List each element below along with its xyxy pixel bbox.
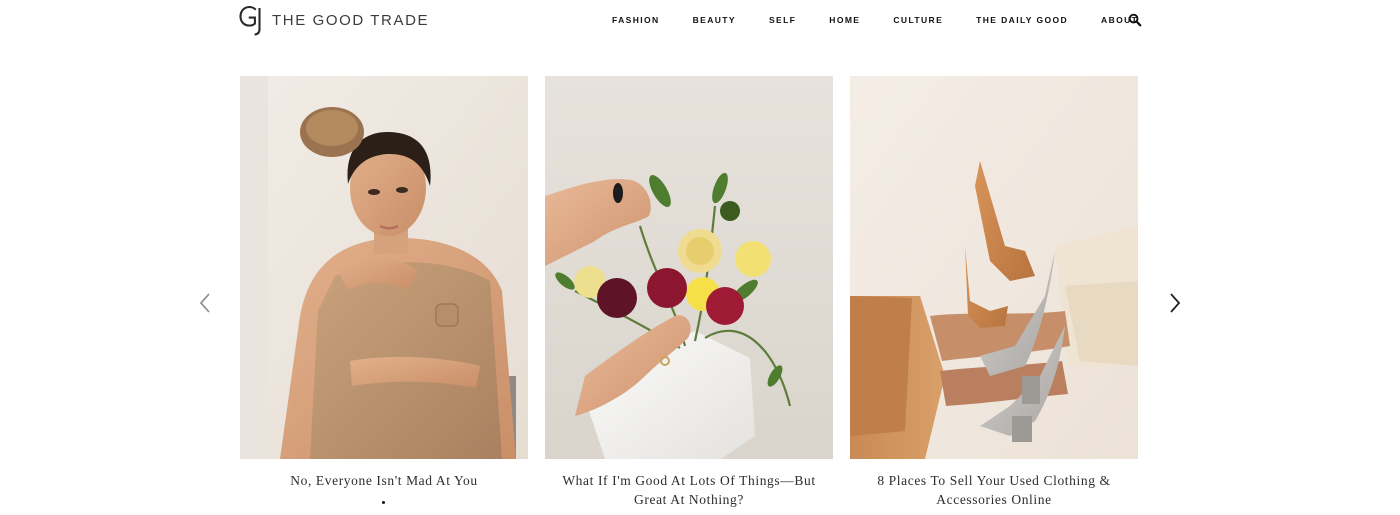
card-title[interactable]: No, Everyone Isn't Mad At You — [240, 471, 528, 490]
nav-item-beauty[interactable]: BEAUTY — [693, 15, 736, 25]
chevron-left-icon[interactable] — [196, 290, 216, 316]
site-header: THE GOOD TRADE FASHION BEAUTY SELF HOME … — [0, 0, 1400, 40]
search-icon[interactable] — [1128, 13, 1142, 27]
nav-item-self[interactable]: SELF — [769, 15, 796, 25]
chevron-right-icon[interactable] — [1165, 290, 1185, 316]
flower-arrangement-photo[interactable] — [545, 76, 833, 459]
featured-carousel: No, Everyone Isn't Mad At You What If I'… — [0, 76, 1400, 515]
nav-item-fashion[interactable]: FASHION — [612, 15, 660, 25]
nav-item-the-daily-good[interactable]: THE DAILY GOOD — [976, 15, 1068, 25]
carousel-card: 8 Places To Sell Your Used Clothing & Ac… — [850, 76, 1138, 509]
logo-wordmark: THE GOOD TRADE — [272, 11, 430, 29]
logo-monogram-icon — [238, 4, 264, 36]
woman-hugging-bag-photo[interactable] — [240, 76, 528, 459]
site-logo[interactable]: THE GOOD TRADE — [238, 4, 429, 36]
mouse-cursor-dot — [382, 501, 385, 504]
card-title[interactable]: What If I'm Good At Lots Of Things—But G… — [545, 471, 833, 509]
nav-item-home[interactable]: HOME — [829, 15, 860, 25]
nav-item-culture[interactable]: CULTURE — [893, 15, 943, 25]
carousel-card: No, Everyone Isn't Mad At You — [240, 76, 528, 490]
card-title[interactable]: 8 Places To Sell Your Used Clothing & Ac… — [850, 471, 1138, 509]
carousel-card: What If I'm Good At Lots Of Things—But G… — [545, 76, 833, 509]
main-nav: FASHION BEAUTY SELF HOME CULTURE THE DAI… — [612, 12, 1138, 28]
heeled-boots-photo[interactable] — [850, 76, 1138, 459]
